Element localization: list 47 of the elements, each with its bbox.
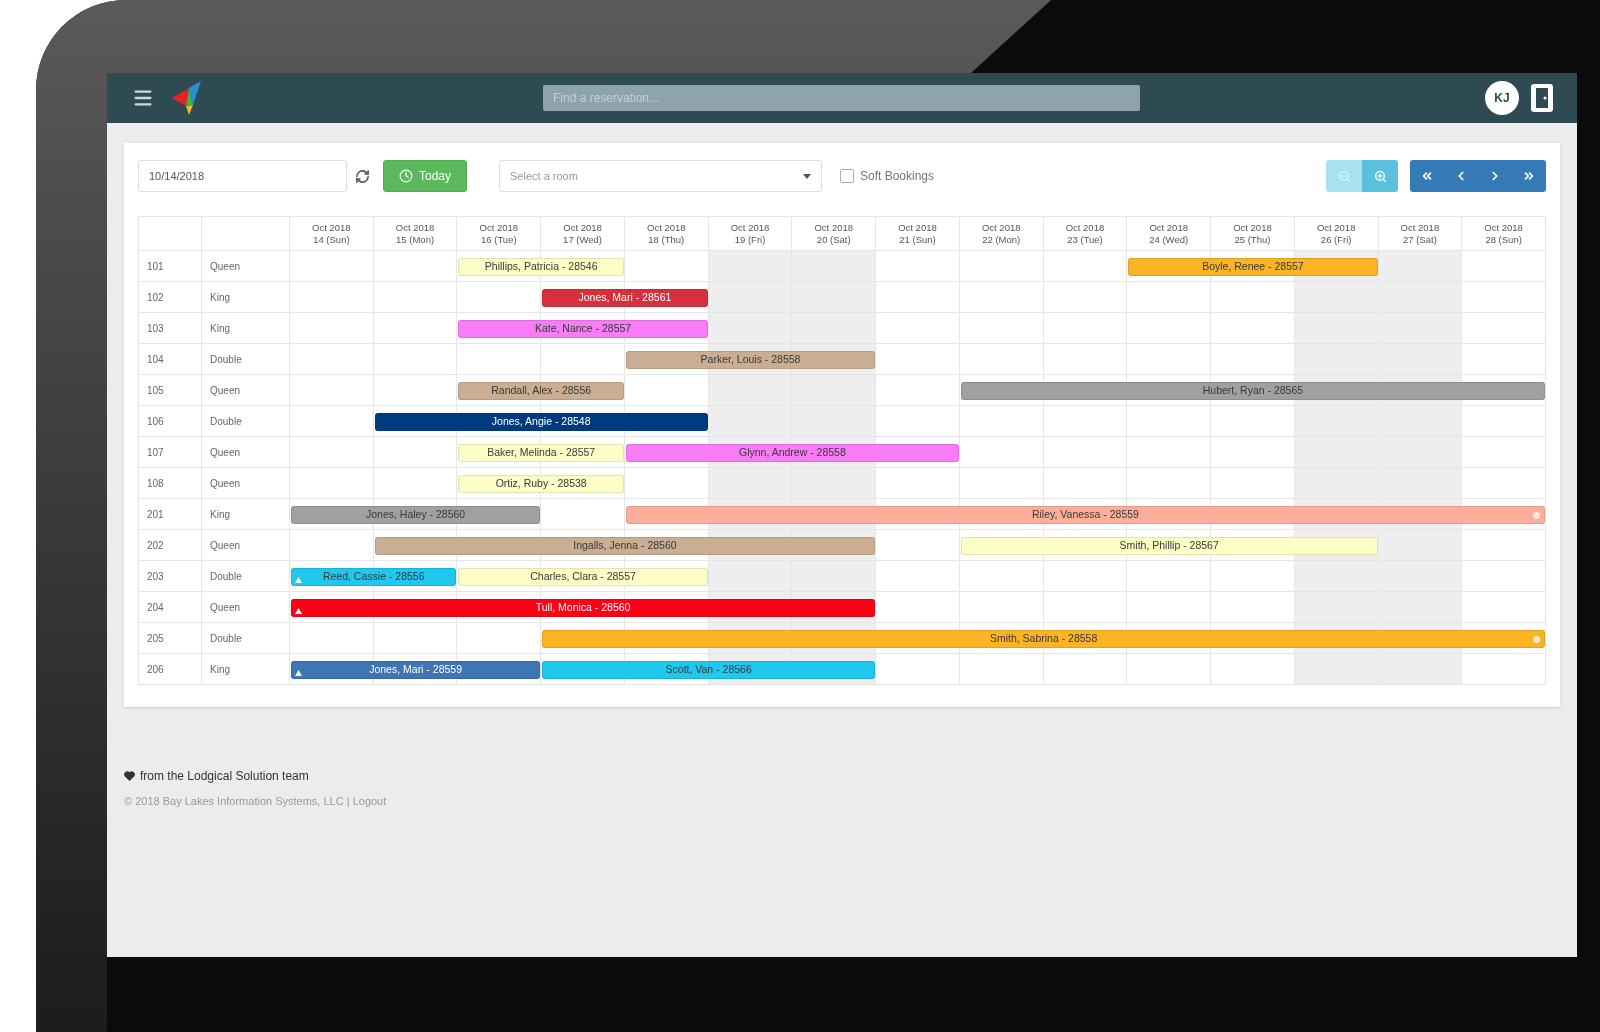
room-number: 201 (139, 499, 202, 530)
room-type: King (202, 654, 290, 685)
menu-icon[interactable] (132, 87, 154, 109)
room-type: Queen (202, 530, 290, 561)
refresh-icon[interactable] (355, 168, 370, 184)
checkbox-label: Soft Bookings (860, 168, 935, 185)
heart-icon (124, 771, 135, 781)
double-chevron-left-icon (1420, 169, 1434, 183)
caret-down-icon (803, 173, 811, 179)
zoom-in-icon (1373, 169, 1387, 183)
room-number: 101 (139, 251, 202, 282)
room-type: Queen (202, 251, 290, 282)
last-page-button[interactable] (1512, 160, 1546, 192)
room-number: 202 (139, 530, 202, 561)
room-type: King (202, 282, 290, 313)
first-page-button[interactable] (1410, 160, 1444, 192)
room-type: Double (202, 623, 290, 654)
room-number: 107 (139, 437, 202, 468)
room-number: 104 (139, 344, 202, 375)
room-type: Queen (202, 468, 290, 499)
room-type: Double (202, 344, 290, 375)
logo-icon[interactable] (172, 81, 202, 115)
room-type: King (202, 499, 290, 530)
room-number: 206 (139, 654, 202, 685)
room-number: 106 (139, 406, 202, 437)
room-type: Queen (202, 592, 290, 623)
room-number: 108 (139, 468, 202, 499)
room-number: 205 (139, 623, 202, 654)
double-chevron-right-icon (1522, 169, 1536, 183)
checkbox[interactable] (840, 169, 854, 183)
room-number: 105 (139, 375, 202, 406)
copyright-text: © 2018 Bay Lakes Information Systems, LLC | Logout (124, 794, 388, 809)
user-avatar[interactable]: KJ (1485, 81, 1519, 115)
room-type: Double (202, 406, 290, 437)
room-type: Double (202, 561, 290, 592)
room-type: Queen (202, 375, 290, 406)
room-type: King (202, 313, 290, 344)
tagline-text: from the Lodgical Solution team (140, 768, 309, 785)
zoom-out-icon (1337, 169, 1351, 183)
date-field[interactable]: 10/14/2018 (138, 160, 347, 192)
room-number: 103 (139, 313, 202, 344)
room-number: 203 (139, 561, 202, 592)
door-icon[interactable] (1531, 84, 1553, 112)
room-type: Queen (202, 437, 290, 468)
room-number: 102 (139, 282, 202, 313)
clock-icon (399, 169, 413, 183)
room-number: 204 (139, 592, 202, 623)
